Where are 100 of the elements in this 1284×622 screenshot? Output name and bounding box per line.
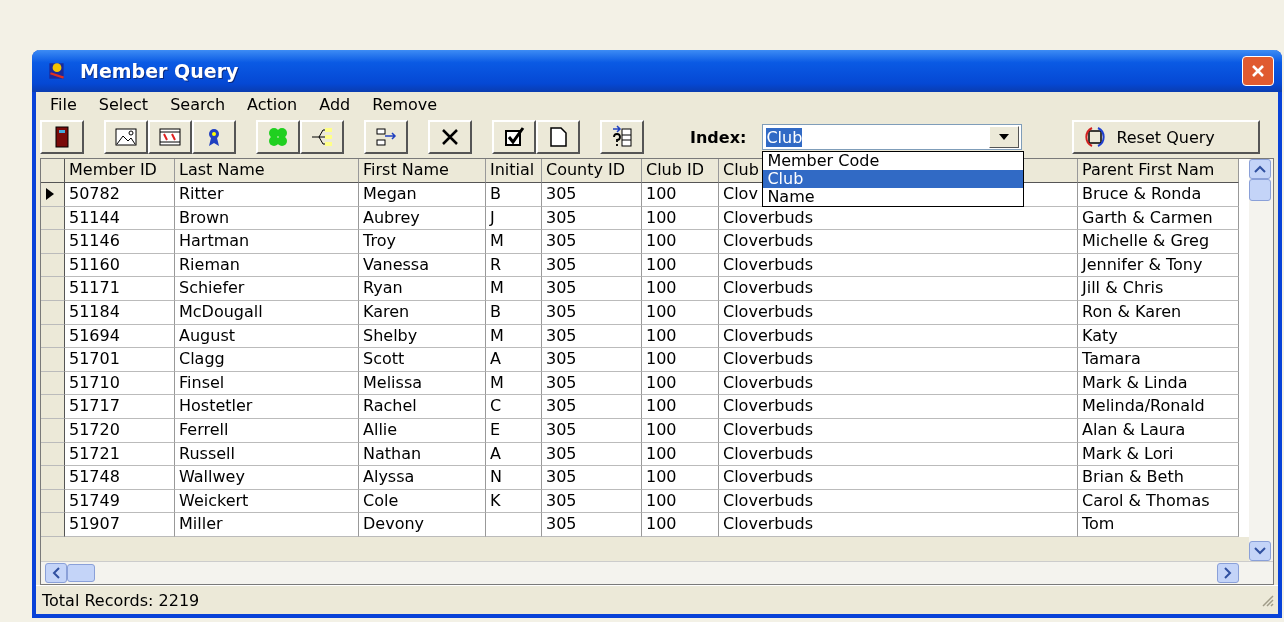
dropdown-button[interactable]: [989, 126, 1020, 148]
table-cell: A: [486, 348, 542, 372]
dropdown-option[interactable]: Member Code: [763, 152, 1024, 170]
table-cell: Bruce & Ronda: [1078, 183, 1239, 207]
row-header[interactable]: [41, 206, 65, 231]
row-header[interactable]: [41, 418, 65, 443]
picture-icon: [114, 125, 138, 149]
row-header[interactable]: [41, 395, 65, 419]
table-cell: Miller: [175, 513, 359, 537]
dropdown-option[interactable]: Club: [763, 170, 1024, 188]
menu-item[interactable]: File: [40, 94, 89, 114]
row-header[interactable]: [41, 489, 65, 514]
table-cell: Ryan: [359, 277, 486, 301]
toolbar-button[interactable]: [256, 120, 300, 154]
table-cell: 51748: [65, 466, 175, 490]
dropdown-option[interactable]: Name: [763, 188, 1024, 206]
table-cell: Wallwey: [175, 466, 359, 490]
row-header[interactable]: [41, 348, 65, 372]
table-cell: 51720: [65, 418, 175, 443]
scroll-up-button[interactable]: [1249, 159, 1271, 179]
row-header[interactable]: [41, 300, 65, 325]
toolbar-button[interactable]: [148, 120, 192, 154]
table-cell: Cloverbuds: [719, 466, 1078, 490]
table-cell: Cloverbuds: [719, 513, 1078, 537]
table-cell: 50782: [65, 183, 175, 207]
table-cell: 100: [642, 183, 719, 207]
current-row-icon: [46, 188, 54, 201]
index-value[interactable]: Club: [766, 127, 803, 147]
row-header[interactable]: [41, 253, 65, 278]
table-cell: Megan: [359, 183, 486, 207]
table-cell: 100: [642, 277, 719, 301]
scroll-left-button[interactable]: [45, 563, 67, 583]
column-header[interactable]: Initial: [486, 159, 542, 183]
menu-item[interactable]: Add: [309, 94, 363, 114]
table-cell: Alan & Laura: [1078, 418, 1239, 443]
table-cell: 100: [642, 300, 719, 325]
column-header[interactable]: Parent First Nam: [1078, 159, 1239, 183]
table-cell: McDougall: [175, 300, 359, 325]
close-button[interactable]: [1242, 56, 1274, 86]
menu-item[interactable]: Search: [160, 94, 238, 114]
table-cell: Allie: [359, 418, 486, 443]
index-label: Index:: [690, 127, 747, 147]
tree-icon: [310, 125, 334, 149]
table-cell: Rachel: [359, 395, 486, 419]
column-header[interactable]: Last Name: [175, 159, 359, 183]
column-header[interactable]: Club ID: [642, 159, 719, 183]
scroll-thumb[interactable]: [1249, 179, 1271, 201]
row-header[interactable]: [41, 183, 65, 207]
menu-item[interactable]: Select: [88, 94, 161, 114]
row-header[interactable]: [41, 442, 65, 467]
toolbar-button[interactable]: [428, 120, 472, 154]
table-cell: Scott: [359, 348, 486, 372]
table-cell: 305: [542, 395, 642, 419]
row-header[interactable]: [41, 466, 65, 490]
table-cell: Tamara: [1078, 348, 1239, 372]
resize-grip-icon[interactable]: [1260, 593, 1274, 607]
toolbar-button[interactable]: [300, 120, 344, 154]
toolbar-button[interactable]: [192, 120, 236, 154]
reset-query-button[interactable]: Reset Query: [1072, 120, 1261, 154]
column-header[interactable]: First Name: [359, 159, 486, 183]
toolbar-button[interactable]: [492, 120, 536, 154]
table-cell: 100: [642, 513, 719, 537]
toolbar-button[interactable]: [600, 120, 644, 154]
row-header[interactable]: [41, 230, 65, 254]
table-cell: B: [486, 300, 542, 325]
chevron-right-icon: [1224, 567, 1232, 579]
table-cell: Cloverbuds: [719, 300, 1078, 325]
table-cell: 51701: [65, 348, 175, 372]
column-header[interactable]: County ID: [542, 159, 642, 183]
toolbar-button[interactable]: [104, 120, 148, 154]
toolbar-button[interactable]: [364, 120, 408, 154]
table-cell: 51717: [65, 395, 175, 419]
toolbar-button[interactable]: [40, 120, 84, 154]
scroll-right-button[interactable]: [1217, 563, 1239, 583]
table-cell: N: [486, 466, 542, 490]
row-header[interactable]: [41, 324, 65, 349]
horizontal-scrollbar[interactable]: [41, 561, 1273, 584]
window-title: Member Query: [80, 60, 240, 82]
menu-item[interactable]: Action: [237, 94, 310, 114]
vertical-scrollbar[interactable]: [1249, 159, 1273, 561]
toolbar-button[interactable]: [536, 120, 580, 154]
row-header[interactable]: [41, 513, 65, 537]
scroll-thumb[interactable]: [67, 564, 95, 582]
table-cell: Tom: [1078, 513, 1239, 537]
table-cell: Hartman: [175, 230, 359, 254]
chevron-up-icon: [1254, 165, 1266, 173]
table-cell: Melinda/Ronald: [1078, 395, 1239, 419]
table-cell: Cloverbuds: [719, 418, 1078, 443]
column-header[interactable]: Member ID: [65, 159, 175, 183]
table-cell: Cloverbuds: [719, 348, 1078, 372]
table-cell: Ferrell: [175, 418, 359, 443]
total-records-text: Total Records: 2219: [42, 590, 200, 610]
table-cell: 305: [542, 183, 642, 207]
row-header[interactable]: [41, 371, 65, 396]
table-cell: [486, 513, 542, 537]
scroll-down-button[interactable]: [1249, 541, 1271, 561]
row-header[interactable]: [41, 277, 65, 301]
menu-item[interactable]: Remove: [362, 94, 450, 114]
table-cell: 100: [642, 348, 719, 372]
close-icon: [1251, 64, 1265, 78]
